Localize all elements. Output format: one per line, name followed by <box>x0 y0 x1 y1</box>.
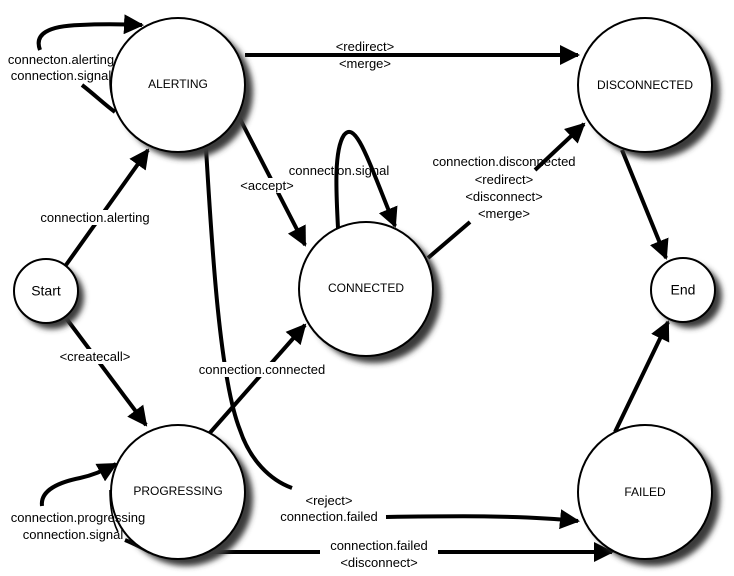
node-disconnected-label: DISCONNECTED <box>597 78 693 92</box>
edge-start-alerting <box>64 148 150 267</box>
node-progressing-label: PROGRESSING <box>133 484 222 498</box>
edge-label-progressing-failed-2: <disconnect> <box>340 555 417 570</box>
edge-label-alerting-self-2: connection.signal <box>11 68 112 83</box>
node-disconnected[interactable]: DISCONNECTED <box>577 17 720 159</box>
edge-alerting-failed-head <box>385 509 580 530</box>
node-failed[interactable]: FAILED <box>577 424 720 566</box>
edge-label-progressing-self-1: connection.progressing <box>11 510 145 525</box>
edge-label-connected-disconnected-3: <disconnect> <box>465 189 542 204</box>
node-failed-label: FAILED <box>624 485 666 499</box>
edge-failed-end <box>613 320 670 433</box>
node-alerting[interactable]: ALERTING <box>110 17 253 159</box>
edge-start-progressing <box>64 316 148 427</box>
edge-label-start-progressing: <createcall> <box>60 349 131 364</box>
edge-disconnected-end <box>620 149 669 260</box>
edge-label-progressing-failed-1: connection.failed <box>330 538 428 553</box>
state-diagram: ALERTING DISCONNECTED CONNECTED Start En… <box>8 14 722 570</box>
node-connected[interactable]: CONNECTED <box>298 221 441 363</box>
node-start[interactable]: Start <box>13 258 84 329</box>
edge-connected-self <box>334 129 398 229</box>
node-start-label: Start <box>31 283 61 299</box>
node-connected-label: CONNECTED <box>328 281 404 295</box>
edge-label-alerting-connected: <accept> <box>240 178 294 193</box>
node-end-label: End <box>671 282 696 298</box>
nodes: ALERTING DISCONNECTED CONNECTED Start En… <box>13 17 722 566</box>
edge-progressing-self <box>39 462 118 507</box>
edge-label-start-alerting: connection.alerting <box>40 210 149 225</box>
edge-labels: connecton.alerting connection.signal <re… <box>8 39 576 570</box>
edge-label-connected-self: connection.signal <box>289 163 390 178</box>
edge-label-connected-disconnected-4: <merge> <box>478 206 530 221</box>
edge-label-progressing-self-2: connection.signal <box>23 527 124 542</box>
edge-label-alerting-disconnected-1: <redirect> <box>336 39 395 54</box>
edge-label-alerting-disconnected-2: <merge> <box>339 56 391 71</box>
edge-label-connected-disconnected-2: <redirect> <box>475 172 534 187</box>
edge-label-alerting-failed-2: connection.failed <box>280 509 378 524</box>
node-end[interactable]: End <box>650 257 722 328</box>
edge-label-alerting-self-1: connecton.alerting <box>8 52 114 67</box>
edge-label-progressing-connected: connection.connected <box>199 362 325 377</box>
edge-label-alerting-failed-1: <reject> <box>306 493 353 508</box>
edge-connected-disconnected <box>426 220 472 260</box>
edge-label-connected-disconnected-1: connection.disconnected <box>432 154 575 169</box>
node-alerting-label: ALERTING <box>148 77 208 91</box>
